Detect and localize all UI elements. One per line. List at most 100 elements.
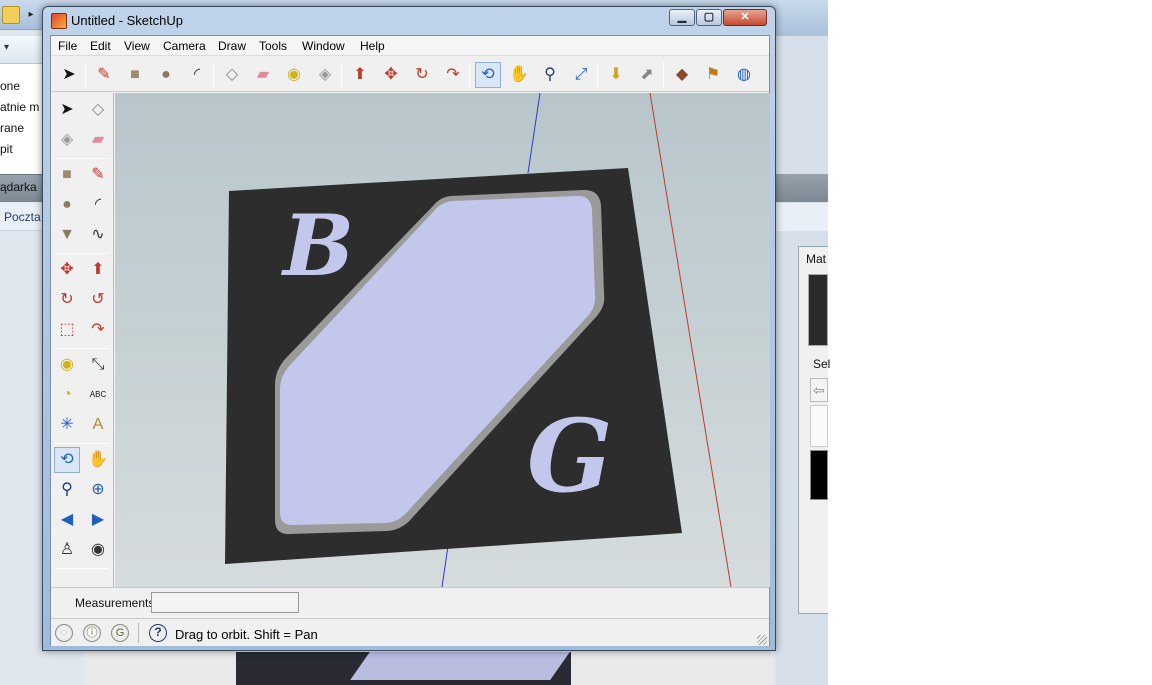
rectangle-tool[interactable]: ■ <box>54 162 80 188</box>
menu-file[interactable]: File <box>58 39 77 53</box>
geo-location-icon[interactable]: ◌ <box>55 624 73 642</box>
close-button[interactable]: ✕ <box>723 9 767 26</box>
protractor-tool[interactable]: ◔ <box>54 382 80 408</box>
circle-tool[interactable]: ● <box>54 192 80 218</box>
credits-icon[interactable]: ⓘ <box>83 624 101 642</box>
make-component-icon: ◇ <box>91 101 105 118</box>
paint-bucket-tool[interactable]: ◈ <box>54 127 80 153</box>
nav-item[interactable]: pit <box>0 142 13 156</box>
resize-grip[interactable] <box>757 635 767 645</box>
get-models-tool[interactable]: ⬇ <box>603 62 629 88</box>
sketchup-app-icon[interactable] <box>51 13 67 29</box>
circle-icon: ● <box>161 66 171 83</box>
google-earth-tool[interactable]: ◍ <box>731 62 757 88</box>
maximize-button[interactable]: ▢ <box>696 9 722 26</box>
menu-help[interactable]: Help <box>360 39 385 53</box>
3d-text-tool[interactable]: A <box>85 412 111 438</box>
dimension-tool[interactable]: ⤡ <box>85 352 111 378</box>
back-arrow-icon[interactable]: ⇦ <box>810 378 828 402</box>
rotate-tool[interactable]: ↻ <box>54 287 80 313</box>
toolbar-separator <box>341 62 342 88</box>
google-earth-icon: ◍ <box>737 66 751 83</box>
materials-list[interactable] <box>810 405 828 447</box>
axes-tool[interactable]: ✳ <box>54 412 80 438</box>
push-pull-tool[interactable]: ⬆ <box>347 62 373 88</box>
drawing-viewport[interactable]: B G <box>115 93 770 587</box>
menu-edit[interactable]: Edit <box>90 39 111 53</box>
nav-item[interactable]: one <box>0 79 20 93</box>
help-icon[interactable]: ? <box>149 624 167 642</box>
tape-measure-icon: ◉ <box>287 66 301 83</box>
text-tool[interactable]: ABC <box>85 382 111 408</box>
make-component-tool[interactable]: ◇ <box>85 97 111 123</box>
select-tool[interactable]: ➤ <box>54 97 80 123</box>
rectangle-tool[interactable]: ■ <box>122 62 148 88</box>
background-preview-inset <box>350 652 570 680</box>
folder-icon[interactable] <box>2 6 20 24</box>
eraser-tool[interactable]: ▰ <box>85 127 111 153</box>
zoom-tool[interactable]: ⚲ <box>537 62 563 88</box>
polygon-tool[interactable]: ▼ <box>54 222 80 248</box>
follow-me-tool[interactable]: ↷ <box>440 62 466 88</box>
minimize-button[interactable]: ▁ <box>669 9 695 26</box>
tape-measure-tool[interactable]: ◉ <box>54 352 80 378</box>
dropdown-arrow-icon[interactable]: ▾ <box>4 42 9 53</box>
pan-tool[interactable]: ✋ <box>506 62 532 88</box>
move-tool[interactable]: ✥ <box>54 257 80 283</box>
zoom-window-tool[interactable]: ⊕ <box>85 477 111 503</box>
zoom-icon: ⚲ <box>61 481 73 498</box>
scale-tool[interactable]: ⬚ <box>54 317 80 343</box>
pencil-tool[interactable]: ✎ <box>85 162 111 188</box>
arc-tool[interactable]: ◜ <box>85 192 111 218</box>
status-text: Drag to orbit. Shift = Pan <box>175 627 318 642</box>
pan-tool[interactable]: ✋ <box>85 447 111 473</box>
google-signin-icon[interactable]: G <box>111 624 129 642</box>
eraser-icon: ▰ <box>256 66 270 83</box>
menu-view[interactable]: View <box>124 39 150 53</box>
toolbar-separator <box>597 62 598 88</box>
nav-item[interactable]: atnie m <box>0 100 39 114</box>
look-around-tool[interactable]: ◉ <box>85 537 111 563</box>
select-tool[interactable]: ➤ <box>56 62 82 88</box>
zoom-extents-tool[interactable]: ⤢ <box>568 62 594 88</box>
paint-bucket-tool[interactable]: ◈ <box>312 62 338 88</box>
zoom-tool[interactable]: ⚲ <box>54 477 80 503</box>
menu-draw[interactable]: Draw <box>218 39 246 53</box>
orbit-tool[interactable]: ⟲ <box>54 447 80 473</box>
menu-tools[interactable]: Tools <box>259 39 287 53</box>
menu-window[interactable]: Window <box>302 39 345 53</box>
orbit-tool[interactable]: ⟲ <box>475 62 501 88</box>
chevron-right-icon[interactable]: ▸ <box>24 6 38 24</box>
previous-view-tool[interactable]: ◀ <box>54 507 80 533</box>
3d-text-icon: A <box>92 416 104 433</box>
offset-icon: ↷ <box>91 321 105 338</box>
circle-tool[interactable]: ● <box>153 62 179 88</box>
push-pull-tool[interactable]: ⬆ <box>85 257 111 283</box>
menu-camera[interactable]: Camera <box>163 39 206 53</box>
background-right-tab <box>776 174 828 202</box>
measurements-input[interactable] <box>151 592 299 613</box>
components-tool[interactable]: ◆ <box>669 62 695 88</box>
window-titlebar[interactable]: Untitled - SketchUp ▁ ▢ ✕ <box>43 7 775 35</box>
eraser-tool[interactable]: ▰ <box>250 62 276 88</box>
menu-bar: File Edit View Camera Draw Tools Window … <box>51 36 769 56</box>
material-swatch[interactable] <box>810 450 828 500</box>
move-icon: ✥ <box>384 66 398 83</box>
position-camera-tool[interactable]: ♙ <box>54 537 80 563</box>
pencil-tool[interactable]: ✎ <box>91 62 117 88</box>
next-view-tool[interactable]: ▶ <box>85 507 111 533</box>
material-swatch[interactable] <box>808 274 828 346</box>
background-tab[interactable]: ądarka <box>0 180 37 194</box>
freehand-tool[interactable]: ∿ <box>85 222 111 248</box>
background-row-label[interactable]: Poczta <box>4 210 41 224</box>
tape-measure-tool[interactable]: ◉ <box>281 62 307 88</box>
move-tool[interactable]: ✥ <box>378 62 404 88</box>
follow-me-tool[interactable]: ↺ <box>85 287 111 313</box>
share-model-tool[interactable]: ⬈ <box>634 62 660 88</box>
arc-tool[interactable]: ◜ <box>184 62 210 88</box>
offset-tool[interactable]: ↷ <box>85 317 111 343</box>
make-component-tool[interactable]: ◇ <box>219 62 245 88</box>
rotate-tool[interactable]: ↻ <box>409 62 435 88</box>
nav-item[interactable]: rane <box>0 121 24 135</box>
place-model-tool[interactable]: ⚑ <box>700 62 726 88</box>
